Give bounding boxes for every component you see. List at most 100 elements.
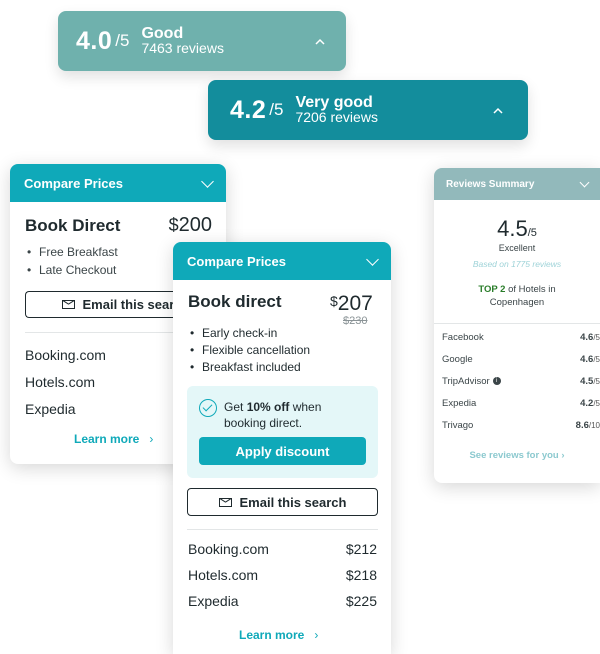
ranking-bold: TOP 2 [478, 284, 506, 295]
review-source-row: Facebook 4.6/5 [442, 326, 600, 348]
discount-promo-box: Get 10% off when booking direct. Apply d… [187, 386, 378, 478]
source-out-of: /10 [588, 420, 600, 430]
review-source-row: Trivago 8.6/10 [442, 414, 600, 436]
source-score: 4.6 [580, 331, 594, 343]
source-name: Expedia [442, 397, 477, 409]
provider-row[interactable]: Expedia $225 [188, 588, 377, 614]
source-score: 8.6 [575, 419, 589, 431]
email-button-label: Email this search [239, 494, 347, 510]
promo-text: Get 10% off when booking direct. [224, 399, 321, 431]
rating-count: 7206 reviews [295, 109, 378, 125]
card-header-title: Compare Prices [24, 175, 123, 191]
card-header-title: Compare Prices [187, 253, 286, 269]
source-name: Google [442, 353, 473, 365]
rating-score: 4.2 [230, 95, 267, 124]
rating-out-of: /5 [115, 31, 130, 50]
provider-price: $225 [345, 593, 377, 609]
currency-symbol: $ [168, 215, 179, 235]
ranking-city: Copenhagen [489, 297, 545, 308]
reviews-summary-card: Reviews Summary 4.5/5 Excellent Based on… [434, 168, 600, 483]
direct-price: $200 [169, 214, 212, 237]
old-price: $230 [343, 315, 368, 327]
card-header[interactable]: Reviews Summary [434, 168, 600, 200]
provider-price: $212 [345, 541, 377, 557]
chevron-up-icon[interactable] [314, 33, 326, 49]
source-out-of: /5 [593, 354, 600, 364]
provider-row[interactable]: Booking.com $212 [188, 536, 377, 562]
compare-prices-card-center: Compare Prices Book direct $207 $230 Ear… [173, 242, 391, 654]
overall-score-block: 4.5/5 Excellent Based on 1775 reviews TO… [434, 216, 600, 309]
provider-list: Booking.com $212 Hotels.com $218 Expedia… [188, 536, 377, 614]
price-value: 200 [178, 214, 212, 236]
see-reviews-label: See reviews for you [469, 450, 559, 461]
review-source-row: TripAdvisor i 4.5/5 [442, 370, 600, 392]
mail-icon [218, 497, 232, 507]
provider-list: Booking.com Hotels.com Expedia [25, 342, 106, 423]
rating-score: 4.0 [76, 26, 113, 55]
promo-line2: booking direct. [224, 416, 303, 430]
divider [187, 529, 378, 530]
mail-icon [61, 300, 75, 309]
source-name: Trivago [442, 419, 474, 431]
card-header[interactable]: Compare Prices [173, 242, 391, 280]
overall-label: Excellent [498, 243, 536, 253]
card-header[interactable]: Compare Prices [10, 164, 226, 202]
provider-name: Hotels.com [188, 567, 259, 583]
chevron-up-icon[interactable] [492, 102, 504, 118]
promo-prefix: Get [224, 400, 247, 414]
review-source-row: Expedia 4.2/5 [442, 392, 600, 414]
chevron-down-icon[interactable] [201, 174, 214, 188]
ranking-rest: of Hotels in [505, 284, 556, 295]
rating-label-group: Very good 7206 reviews [295, 94, 378, 125]
chevron-right-icon: › [561, 450, 565, 461]
direct-price: $207 [330, 292, 373, 316]
source-name: Facebook [442, 331, 484, 343]
learn-more-link[interactable]: Learn more › [239, 628, 318, 642]
rating-label: Good [141, 25, 184, 42]
chevron-down-icon[interactable] [366, 252, 379, 266]
rating-label-group: Good 7463 reviews [141, 25, 224, 56]
perk-item: Early check-in [188, 325, 310, 342]
provider-name: Booking.com [188, 541, 269, 557]
rating-count: 7463 reviews [141, 40, 224, 56]
source-out-of: /5 [593, 376, 600, 386]
book-direct-row: Book Direct $200 [25, 214, 212, 237]
promo-discount: 10% off [246, 400, 290, 414]
provider-price: $218 [345, 567, 377, 583]
info-icon[interactable]: i [492, 376, 501, 385]
source-name: TripAdvisor [442, 375, 490, 387]
based-on-text: Based on 1775 reviews [472, 259, 562, 269]
currency-symbol: $ [330, 293, 338, 309]
email-search-button[interactable]: Email this search [187, 488, 378, 516]
source-score: 4.6 [580, 353, 594, 365]
overall-score: 4.5 [497, 216, 528, 241]
book-direct-title: Book Direct [25, 216, 121, 235]
overall-out-of: /5 [527, 227, 537, 239]
card-header-title: Reviews Summary [446, 178, 535, 190]
rating-pill-very-good[interactable]: 4.2 /5 Very good 7206 reviews [208, 80, 528, 140]
source-score: 4.5 [580, 375, 594, 387]
ranking-text: TOP 2 of Hotels in Copenhagen [434, 283, 600, 309]
provider-name[interactable]: Expedia [25, 396, 106, 423]
provider-name: Expedia [188, 593, 239, 609]
rating-label: Very good [295, 94, 373, 111]
chevron-down-icon[interactable] [579, 177, 590, 187]
review-source-row: Google 4.6/5 [442, 348, 600, 370]
review-sources: Facebook 4.6/5 Google 4.6/5 TripAdvisor i… [434, 324, 600, 436]
chevron-right-icon: › [314, 628, 319, 642]
source-out-of: /5 [593, 332, 600, 342]
provider-name[interactable]: Hotels.com [25, 369, 106, 396]
provider-name[interactable]: Booking.com [25, 342, 106, 369]
rating-pill-good[interactable]: 4.0 /5 Good 7463 reviews [58, 11, 346, 71]
chevron-right-icon: › [149, 432, 154, 446]
source-out-of: /5 [593, 398, 600, 408]
provider-row[interactable]: Hotels.com $218 [188, 562, 377, 588]
see-reviews-link[interactable]: See reviews for you › [434, 450, 600, 461]
learn-more-link[interactable]: Learn more › [74, 432, 153, 446]
check-circle-icon [199, 399, 217, 417]
apply-discount-button[interactable]: Apply discount [199, 437, 366, 465]
perk-item: Breakfast included [188, 359, 310, 376]
source-score: 4.2 [580, 397, 594, 409]
promo-suffix: when [289, 400, 322, 414]
book-direct-title: Book direct [188, 292, 282, 311]
